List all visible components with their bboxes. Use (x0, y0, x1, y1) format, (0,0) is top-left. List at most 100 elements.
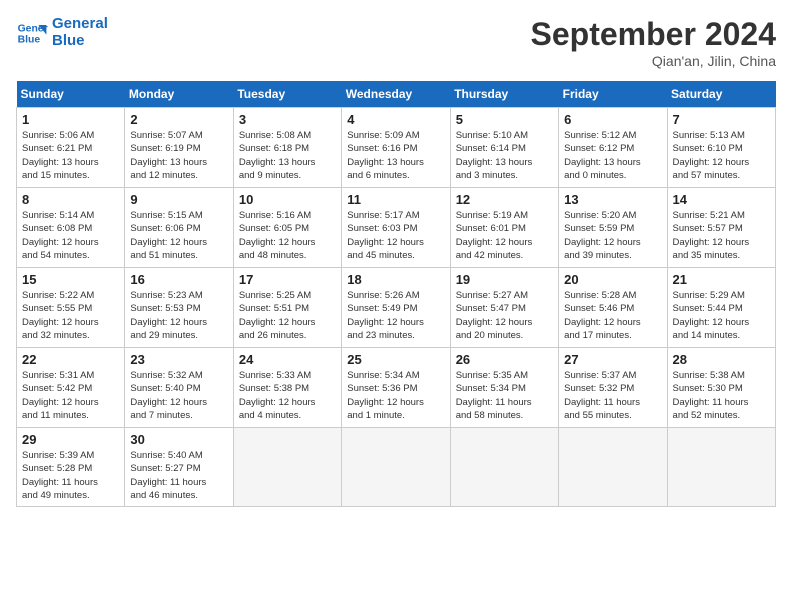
day-info: Sunrise: 5:40 AMSunset: 5:27 PMDaylight:… (130, 449, 227, 502)
day-number: 6 (564, 112, 661, 127)
day-info: Sunrise: 5:27 AMSunset: 5:47 PMDaylight:… (456, 289, 553, 342)
calendar-day-cell (342, 428, 450, 507)
day-number: 11 (347, 192, 444, 207)
calendar-week-row: 8Sunrise: 5:14 AMSunset: 6:08 PMDaylight… (17, 188, 776, 268)
location: Qian'an, Jilin, China (531, 53, 776, 69)
day-info: Sunrise: 5:08 AMSunset: 6:18 PMDaylight:… (239, 129, 336, 182)
calendar-day-cell: 28 Sunrise: 5:38 AMSunset: 5:30 PMDayligh… (667, 348, 775, 428)
calendar-day-cell (450, 428, 558, 507)
day-number: 17 (239, 272, 336, 287)
day-of-week-header: Friday (559, 81, 667, 108)
day-info: Sunrise: 5:22 AMSunset: 5:55 PMDaylight:… (22, 289, 119, 342)
day-info: Sunrise: 5:29 AMSunset: 5:44 PMDaylight:… (673, 289, 770, 342)
day-info: Sunrise: 5:38 AMSunset: 5:30 PMDaylight:… (673, 369, 770, 422)
calendar-week-row: 22 Sunrise: 5:31 AMSunset: 5:42 PMDayligh… (17, 348, 776, 428)
day-number: 28 (673, 352, 770, 367)
day-info: Sunrise: 5:23 AMSunset: 5:53 PMDaylight:… (130, 289, 227, 342)
day-info: Sunrise: 5:21 AMSunset: 5:57 PMDaylight:… (673, 209, 770, 262)
day-number: 7 (673, 112, 770, 127)
day-info: Sunrise: 5:16 AMSunset: 6:05 PMDaylight:… (239, 209, 336, 262)
day-number: 9 (130, 192, 227, 207)
svg-text:Blue: Blue (18, 34, 41, 45)
day-number: 13 (564, 192, 661, 207)
calendar-body: 1Sunrise: 5:06 AMSunset: 6:21 PMDaylight… (17, 108, 776, 507)
day-number: 2 (130, 112, 227, 127)
calendar-week-row: 1Sunrise: 5:06 AMSunset: 6:21 PMDaylight… (17, 108, 776, 188)
day-number: 29 (22, 432, 119, 447)
day-number: 15 (22, 272, 119, 287)
day-number: 25 (347, 352, 444, 367)
day-info: Sunrise: 5:33 AMSunset: 5:38 PMDaylight:… (239, 369, 336, 422)
day-number: 12 (456, 192, 553, 207)
calendar-day-cell: 7 Sunrise: 5:13 AMSunset: 6:10 PMDaylight… (667, 108, 775, 188)
calendar-day-cell: 16 Sunrise: 5:23 AMSunset: 5:53 PMDayligh… (125, 268, 233, 348)
calendar-day-cell: 19Sunrise: 5:27 AMSunset: 5:47 PMDayligh… (450, 268, 558, 348)
calendar-day-cell: 18Sunrise: 5:26 AMSunset: 5:49 PMDayligh… (342, 268, 450, 348)
day-number: 14 (673, 192, 770, 207)
day-number: 27 (564, 352, 661, 367)
calendar-day-cell (559, 428, 667, 507)
day-number: 1 (22, 112, 119, 127)
day-info: Sunrise: 5:39 AMSunset: 5:28 PMDaylight:… (22, 449, 119, 502)
day-info: Sunrise: 5:35 AMSunset: 5:34 PMDaylight:… (456, 369, 553, 422)
day-info: Sunrise: 5:37 AMSunset: 5:32 PMDaylight:… (564, 369, 661, 422)
title-area: September 2024 Qian'an, Jilin, China (531, 16, 776, 69)
day-info: Sunrise: 5:12 AMSunset: 6:12 PMDaylight:… (564, 129, 661, 182)
calendar-day-cell: 30 Sunrise: 5:40 AMSunset: 5:27 PMDayligh… (125, 428, 233, 507)
day-number: 30 (130, 432, 227, 447)
calendar-day-cell: 3 Sunrise: 5:08 AMSunset: 6:18 PMDaylight… (233, 108, 341, 188)
day-of-week-header: Wednesday (342, 81, 450, 108)
calendar-day-cell (233, 428, 341, 507)
day-number: 20 (564, 272, 661, 287)
calendar-day-cell: 12 Sunrise: 5:19 AMSunset: 6:01 PMDayligh… (450, 188, 558, 268)
day-info: Sunrise: 5:15 AMSunset: 6:06 PMDaylight:… (130, 209, 227, 262)
day-info: Sunrise: 5:19 AMSunset: 6:01 PMDaylight:… (456, 209, 553, 262)
calendar-day-cell: 26 Sunrise: 5:35 AMSunset: 5:34 PMDayligh… (450, 348, 558, 428)
day-info: Sunrise: 5:13 AMSunset: 6:10 PMDaylight:… (673, 129, 770, 182)
calendar-day-cell: 17 Sunrise: 5:25 AMSunset: 5:51 PMDayligh… (233, 268, 341, 348)
day-number: 8 (22, 192, 119, 207)
calendar-day-cell: 5 Sunrise: 5:10 AMSunset: 6:14 PMDaylight… (450, 108, 558, 188)
logo-line2: Blue (52, 33, 108, 50)
day-number: 24 (239, 352, 336, 367)
day-number: 16 (130, 272, 227, 287)
day-info: Sunrise: 5:32 AMSunset: 5:40 PMDaylight:… (130, 369, 227, 422)
calendar-week-row: 29 Sunrise: 5:39 AMSunset: 5:28 PMDayligh… (17, 428, 776, 507)
day-info: Sunrise: 5:17 AMSunset: 6:03 PMDaylight:… (347, 209, 444, 262)
calendar-day-cell: 8Sunrise: 5:14 AMSunset: 6:08 PMDaylight… (17, 188, 125, 268)
calendar-day-cell: 10 Sunrise: 5:16 AMSunset: 6:05 PMDayligh… (233, 188, 341, 268)
day-info: Sunrise: 5:28 AMSunset: 5:46 PMDaylight:… (564, 289, 661, 342)
day-info: Sunrise: 5:31 AMSunset: 5:42 PMDaylight:… (22, 369, 119, 422)
calendar-day-cell: 14 Sunrise: 5:21 AMSunset: 5:57 PMDayligh… (667, 188, 775, 268)
day-number: 10 (239, 192, 336, 207)
calendar-day-cell: 25Sunrise: 5:34 AMSunset: 5:36 PMDayligh… (342, 348, 450, 428)
calendar-day-cell (667, 428, 775, 507)
calendar-day-cell: 9 Sunrise: 5:15 AMSunset: 6:06 PMDaylight… (125, 188, 233, 268)
calendar-day-cell: 13 Sunrise: 5:20 AMSunset: 5:59 PMDayligh… (559, 188, 667, 268)
page-header: General Blue General Blue September 2024… (16, 16, 776, 69)
day-info: Sunrise: 5:07 AMSunset: 6:19 PMDaylight:… (130, 129, 227, 182)
day-info: Sunrise: 5:25 AMSunset: 5:51 PMDaylight:… (239, 289, 336, 342)
month-title: September 2024 (531, 16, 776, 53)
day-info: Sunrise: 5:09 AMSunset: 6:16 PMDaylight:… (347, 129, 444, 182)
day-of-week-header: Sunday (17, 81, 125, 108)
day-number: 26 (456, 352, 553, 367)
day-number: 22 (22, 352, 119, 367)
day-number: 4 (347, 112, 444, 127)
day-info: Sunrise: 5:26 AMSunset: 5:49 PMDaylight:… (347, 289, 444, 342)
calendar-week-row: 15 Sunrise: 5:22 AMSunset: 5:55 PMDayligh… (17, 268, 776, 348)
day-of-week-header: Thursday (450, 81, 558, 108)
calendar-day-cell: 21Sunrise: 5:29 AMSunset: 5:44 PMDayligh… (667, 268, 775, 348)
day-number: 5 (456, 112, 553, 127)
logo-line1: General (52, 16, 108, 33)
calendar-table: SundayMondayTuesdayWednesdayThursdayFrid… (16, 81, 776, 507)
calendar-day-cell: 1Sunrise: 5:06 AMSunset: 6:21 PMDaylight… (17, 108, 125, 188)
calendar-day-cell: 4 Sunrise: 5:09 AMSunset: 6:16 PMDaylight… (342, 108, 450, 188)
calendar-day-cell: 11 Sunrise: 5:17 AMSunset: 6:03 PMDayligh… (342, 188, 450, 268)
day-info: Sunrise: 5:10 AMSunset: 6:14 PMDaylight:… (456, 129, 553, 182)
day-number: 3 (239, 112, 336, 127)
calendar-day-cell: 23Sunrise: 5:32 AMSunset: 5:40 PMDayligh… (125, 348, 233, 428)
calendar-day-cell: 6 Sunrise: 5:12 AMSunset: 6:12 PMDaylight… (559, 108, 667, 188)
day-info: Sunrise: 5:20 AMSunset: 5:59 PMDaylight:… (564, 209, 661, 262)
calendar-day-cell: 24 Sunrise: 5:33 AMSunset: 5:38 PMDayligh… (233, 348, 341, 428)
